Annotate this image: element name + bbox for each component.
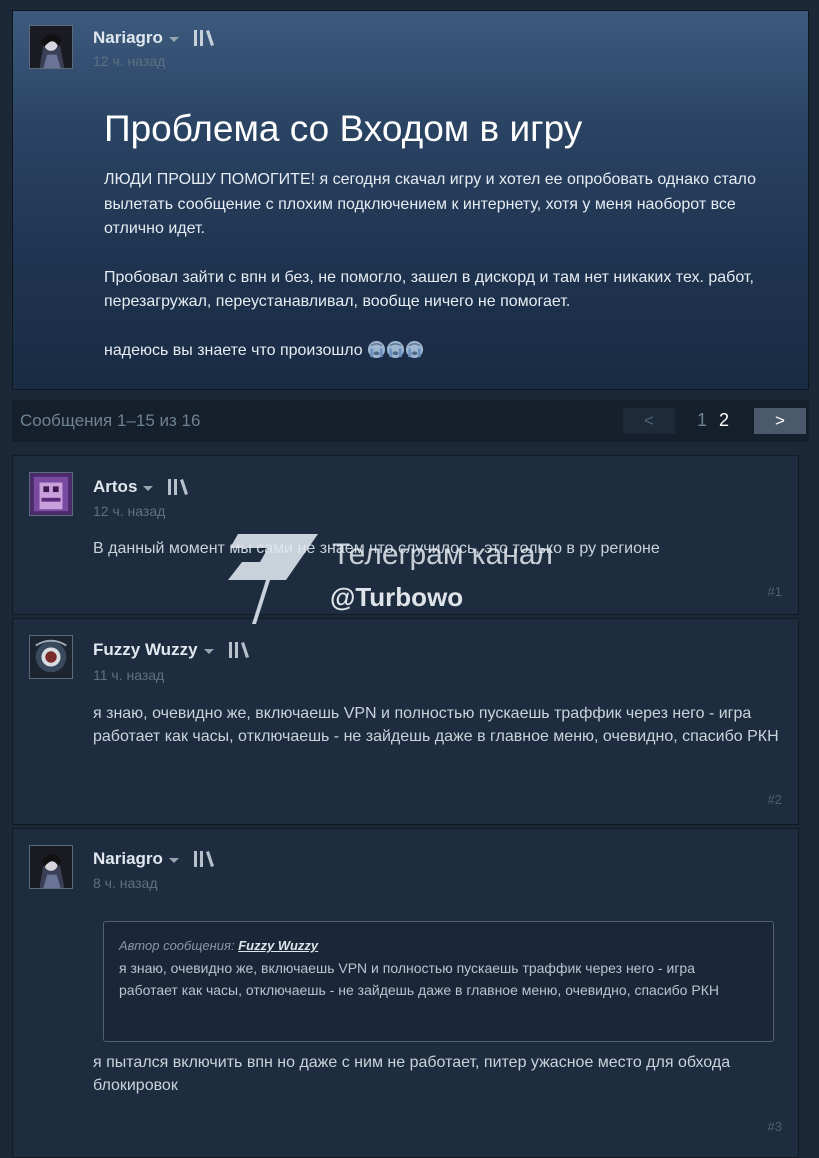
quote-header: Автор сообщения: Fuzzy Wuzzy xyxy=(119,938,757,953)
avatar[interactable] xyxy=(29,472,73,516)
topic-paragraph: надеюсь вы знаете что произошло xyxy=(104,339,794,364)
library-icon[interactable] xyxy=(228,641,250,659)
message-count: Сообщения 1–15 из 16 xyxy=(20,411,201,430)
comment-number[interactable]: #1 xyxy=(768,584,782,599)
page-link-1[interactable]: 1 xyxy=(697,410,707,431)
topic-paragraph: ЛЮДИ ПРОШУ ПОМОГИТЕ! я сегодня скачал иг… xyxy=(104,171,756,237)
chevron-down-icon[interactable] xyxy=(143,485,154,491)
comment-number[interactable]: #3 xyxy=(768,1119,782,1134)
quote-block: Автор сообщения: Fuzzy Wuzzy я знаю, оче… xyxy=(103,921,774,1042)
post-time: 8 ч. назад xyxy=(93,875,158,891)
chevron-down-icon[interactable] xyxy=(203,648,214,654)
crying-face-icon xyxy=(387,340,405,358)
comment: Fuzzy Wuzzy 11 ч. назад я знаю, очевидно… xyxy=(12,618,799,825)
avatar[interactable] xyxy=(29,845,73,889)
quote-prefix: Автор сообщения: xyxy=(119,938,235,953)
avatar-image xyxy=(30,473,72,515)
comment: Artos 12 ч. назад В данный момент мы сам… xyxy=(12,455,799,615)
author-name[interactable]: Artos xyxy=(93,477,137,497)
comment-text: я пытался включить впн но даже с ним не … xyxy=(93,1054,731,1094)
avatar-image xyxy=(30,846,72,888)
topic-paragraph-text: надеюсь вы знаете что произошло xyxy=(104,341,363,359)
prev-page-button[interactable]: < xyxy=(623,408,675,434)
author-name[interactable]: Nariagro xyxy=(93,28,163,48)
avatar-image xyxy=(30,636,72,678)
crying-face-icon xyxy=(406,340,424,358)
comment-number[interactable]: #2 xyxy=(768,792,782,807)
comment: Nariagro 8 ч. назад Автор сообщения: Fuz… xyxy=(12,828,799,1158)
post-time: 12 ч. назад xyxy=(93,53,166,69)
page-current-2: 2 xyxy=(719,410,730,430)
quote-text: я знаю, очевидно же, включаешь VPN и пол… xyxy=(119,960,719,998)
post-time: 12 ч. назад xyxy=(93,503,166,519)
topic-post: Nariagro 12 ч. назад Проблема со Входом … xyxy=(12,10,809,390)
avatar[interactable] xyxy=(29,25,73,69)
author-name[interactable]: Fuzzy Wuzzy xyxy=(93,640,198,660)
pagination-bar: Сообщения 1–15 из 16 < 1 2 > xyxy=(12,400,809,442)
quote-author-link[interactable]: Fuzzy Wuzzy xyxy=(238,938,318,953)
next-page-button[interactable]: > xyxy=(754,408,806,434)
author-name[interactable]: Nariagro xyxy=(93,849,163,869)
avatar-image xyxy=(30,26,72,68)
library-icon[interactable] xyxy=(193,29,215,47)
chevron-down-icon[interactable] xyxy=(168,36,179,42)
chevron-down-icon[interactable] xyxy=(168,857,179,863)
library-icon[interactable] xyxy=(193,850,215,868)
post-time: 11 ч. назад xyxy=(93,667,165,683)
comment-text: В данный момент мы сами не знаем что слу… xyxy=(93,540,660,557)
crying-face-icon xyxy=(368,340,386,358)
avatar[interactable] xyxy=(29,635,73,679)
topic-paragraph: Пробовал зайти с впн и без, не помогло, … xyxy=(104,268,754,311)
topic-body: ЛЮДИ ПРОШУ ПОМОГИТЕ! я сегодня скачал иг… xyxy=(104,168,794,387)
comment-text: я знаю, очевидно же, включаешь VPN и пол… xyxy=(93,705,779,745)
library-icon[interactable] xyxy=(167,478,189,496)
topic-title: Проблема со Входом в игру xyxy=(104,108,583,149)
